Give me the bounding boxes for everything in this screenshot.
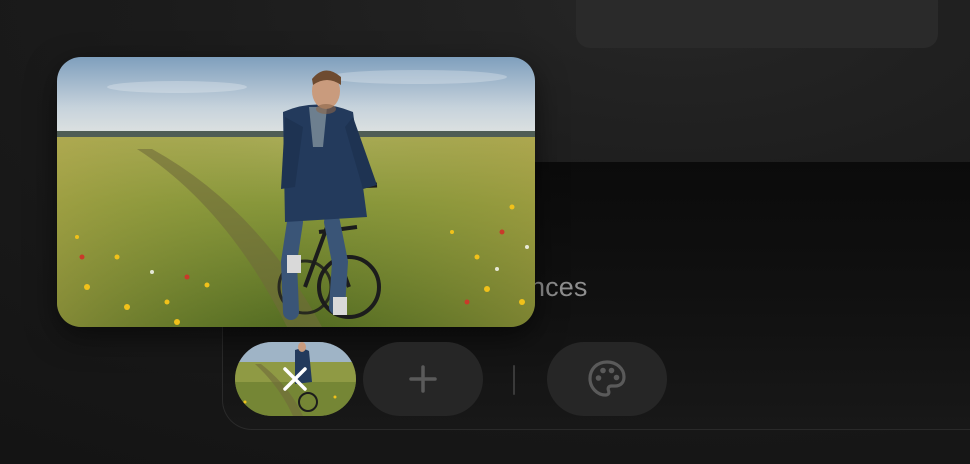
- plus-icon: [409, 365, 437, 393]
- add-reference-button[interactable]: [363, 342, 483, 416]
- toolbar-separator: [513, 365, 515, 395]
- reference-thumbnail[interactable]: [235, 342, 356, 416]
- close-icon[interactable]: [279, 363, 311, 395]
- top-card: [576, 0, 938, 48]
- reference-image-preview: [57, 57, 535, 327]
- preview-image: [57, 57, 535, 327]
- style-button[interactable]: [547, 342, 667, 416]
- palette-icon: [588, 360, 626, 397]
- app-canvas: rom text and references: [0, 0, 970, 464]
